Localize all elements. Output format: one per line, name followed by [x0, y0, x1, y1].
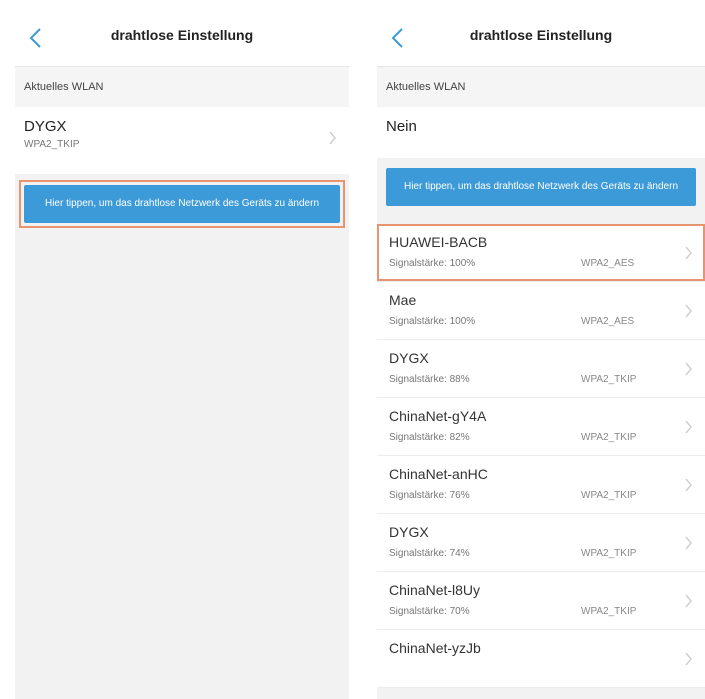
chevron-right-icon: [685, 362, 692, 376]
network-security: WPA2_AES: [581, 258, 635, 269]
network-ssid: ChinaNet-l8Uy: [389, 582, 481, 598]
network-list-item[interactable]: DYGX Signalstärke: 74% WPA2_TKIP: [377, 514, 705, 572]
network-list-item[interactable]: DYGX Signalstärke: 88% WPA2_TKIP: [377, 340, 705, 398]
action-highlight-box: Hier tippen, um das drahtlose Netzwerk d…: [19, 180, 345, 228]
network-ssid: ChinaNet-yzJb: [389, 640, 481, 656]
network-security: WPA2_TKIP: [581, 490, 637, 501]
network-security: WPA2_TKIP: [581, 548, 637, 559]
current-security: WPA2_TKIP: [24, 139, 80, 150]
network-list-item[interactable]: Mae Signalstärke: 100% WPA2_AES: [377, 282, 705, 340]
network-signal: Signalstärke: 82%: [389, 432, 470, 443]
current-ssid: Nein: [386, 118, 417, 135]
page-title: drahtlose Einstellung: [110, 27, 254, 43]
network-ssid: ChinaNet-anHC: [389, 466, 488, 482]
network-signal: Signalstärke: 88%: [389, 374, 470, 385]
network-list: HUAWEI-BACB Signalstärke: 100% WPA2_AES …: [377, 224, 705, 688]
chevron-right-icon: [685, 420, 692, 434]
network-ssid: Mae: [389, 292, 417, 308]
current-wlan-label: Aktuelles WLAN: [15, 67, 349, 107]
network-signal: Signalstärke: 100%: [389, 316, 476, 327]
network-list-item[interactable]: ChinaNet-yzJb: [377, 630, 705, 688]
header: drahtlose Einstellung: [15, 10, 349, 67]
network-signal: Signalstärke: 70%: [389, 606, 470, 617]
chevron-right-icon: [685, 246, 692, 260]
current-wlan-label: Aktuelles WLAN: [377, 67, 705, 107]
network-security: WPA2_TKIP: [581, 606, 637, 617]
current-network-row: Nein: [377, 107, 705, 158]
network-list-item[interactable]: ChinaNet-l8Uy Signalstärke: 70% WPA2_TKI…: [377, 572, 705, 630]
network-security: WPA2_TKIP: [581, 374, 637, 385]
network-ssid: DYGX: [389, 524, 429, 540]
header: drahtlose Einstellung: [377, 10, 705, 67]
chevron-right-icon: [685, 478, 692, 492]
network-list-item[interactable]: ChinaNet-anHC Signalstärke: 76% WPA2_TKI…: [377, 456, 705, 514]
network-ssid: HUAWEI-BACB: [389, 234, 488, 250]
network-security: WPA2_TKIP: [581, 432, 637, 443]
network-signal: Signalstärke: 74%: [389, 548, 470, 559]
current-ssid: DYGX: [24, 118, 67, 135]
chevron-right-icon: [685, 536, 692, 550]
network-signal: Signalstärke: 76%: [389, 490, 470, 501]
change-network-button[interactable]: Hier tippen, um das drahtlose Netzwerk d…: [386, 168, 696, 206]
right-screen: drahtlose Einstellung Aktuelles WLAN Nei…: [377, 10, 705, 699]
chevron-right-icon: [329, 131, 336, 145]
current-network-row[interactable]: DYGX WPA2_TKIP: [15, 107, 349, 174]
network-signal: Signalstärke: 100%: [389, 258, 476, 269]
change-network-button[interactable]: Hier tippen, um das drahtlose Netzwerk d…: [24, 185, 340, 223]
network-security: WPA2_AES: [581, 316, 635, 327]
network-list-item[interactable]: ChinaNet-gY4A Signalstärke: 82% WPA2_TKI…: [377, 398, 705, 456]
chevron-right-icon: [685, 304, 692, 318]
chevron-right-icon: [685, 594, 692, 608]
network-ssid: DYGX: [389, 350, 429, 366]
network-list-item[interactable]: HUAWEI-BACB Signalstärke: 100% WPA2_AES: [377, 224, 705, 282]
chevron-right-icon: [685, 652, 692, 666]
left-screen: drahtlose Einstellung Aktuelles WLAN DYG…: [15, 10, 349, 699]
page-title: drahtlose Einstellung: [469, 27, 613, 43]
network-ssid: ChinaNet-gY4A: [389, 408, 487, 424]
